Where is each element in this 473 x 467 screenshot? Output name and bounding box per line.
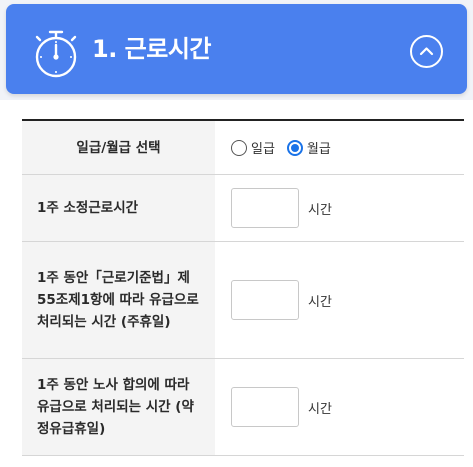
collapse-button[interactable]: [410, 35, 443, 68]
section-header: 1. 근로시간: [6, 4, 467, 94]
paid-hours-law-unit: 시간: [308, 294, 332, 310]
weekly-hours-row: 1주 소정근로시간 시간: [22, 175, 464, 242]
weekly-hours-unit: 시간: [308, 202, 332, 218]
paid-hours-law-row: 1주 동안「근로기준법」제55조제1항에 따라 유급으로 처리되는 시간 (주휴…: [22, 242, 464, 359]
paid-hours-law-label: 1주 동안「근로기준법」제55조제1항에 따라 유급으로 처리되는 시간 (주휴…: [22, 242, 215, 358]
pay-type-row: 일급/월급 선택 일급 월급: [22, 121, 464, 175]
paid-hours-agreement-input[interactable]: [231, 387, 299, 427]
radio-monthly[interactable]: 월급: [286, 138, 331, 157]
stopwatch-icon: [35, 30, 77, 78]
chevron-up-icon: [419, 47, 434, 56]
paid-hours-agreement-unit: 시간: [308, 401, 332, 417]
work-hours-table: 일급/월급 선택 일급 월급 1주 소정근로시간 시간 1주 동안「근로기준법」…: [22, 119, 464, 456]
weekly-hours-label: 1주 소정근로시간: [22, 175, 215, 241]
paid-hours-agreement-label: 1주 동안 노사 합의에 따라 유급으로 처리되는 시간 (약정유급휴일): [22, 359, 215, 455]
pay-type-radio-group: 일급 월급: [231, 138, 343, 157]
radio-monthly-circle[interactable]: [286, 139, 303, 156]
radio-daily[interactable]: 일급: [231, 138, 275, 157]
section-title: 1. 근로시간: [92, 35, 212, 63]
radio-monthly-label: 월급: [306, 142, 331, 157]
radio-daily-circle[interactable]: [231, 139, 247, 156]
paid-hours-law-input[interactable]: [231, 280, 299, 320]
pay-type-label: 일급/월급 선택: [22, 121, 215, 174]
weekly-hours-input[interactable]: [231, 188, 299, 228]
form-panel: 일급/월급 선택 일급 월급 1주 소정근로시간 시간 1주 동안「근로기준법」…: [0, 100, 473, 467]
radio-daily-label: 일급: [251, 142, 275, 157]
paid-hours-agreement-row: 1주 동안 노사 합의에 따라 유급으로 처리되는 시간 (약정유급휴일) 시간: [22, 359, 464, 456]
